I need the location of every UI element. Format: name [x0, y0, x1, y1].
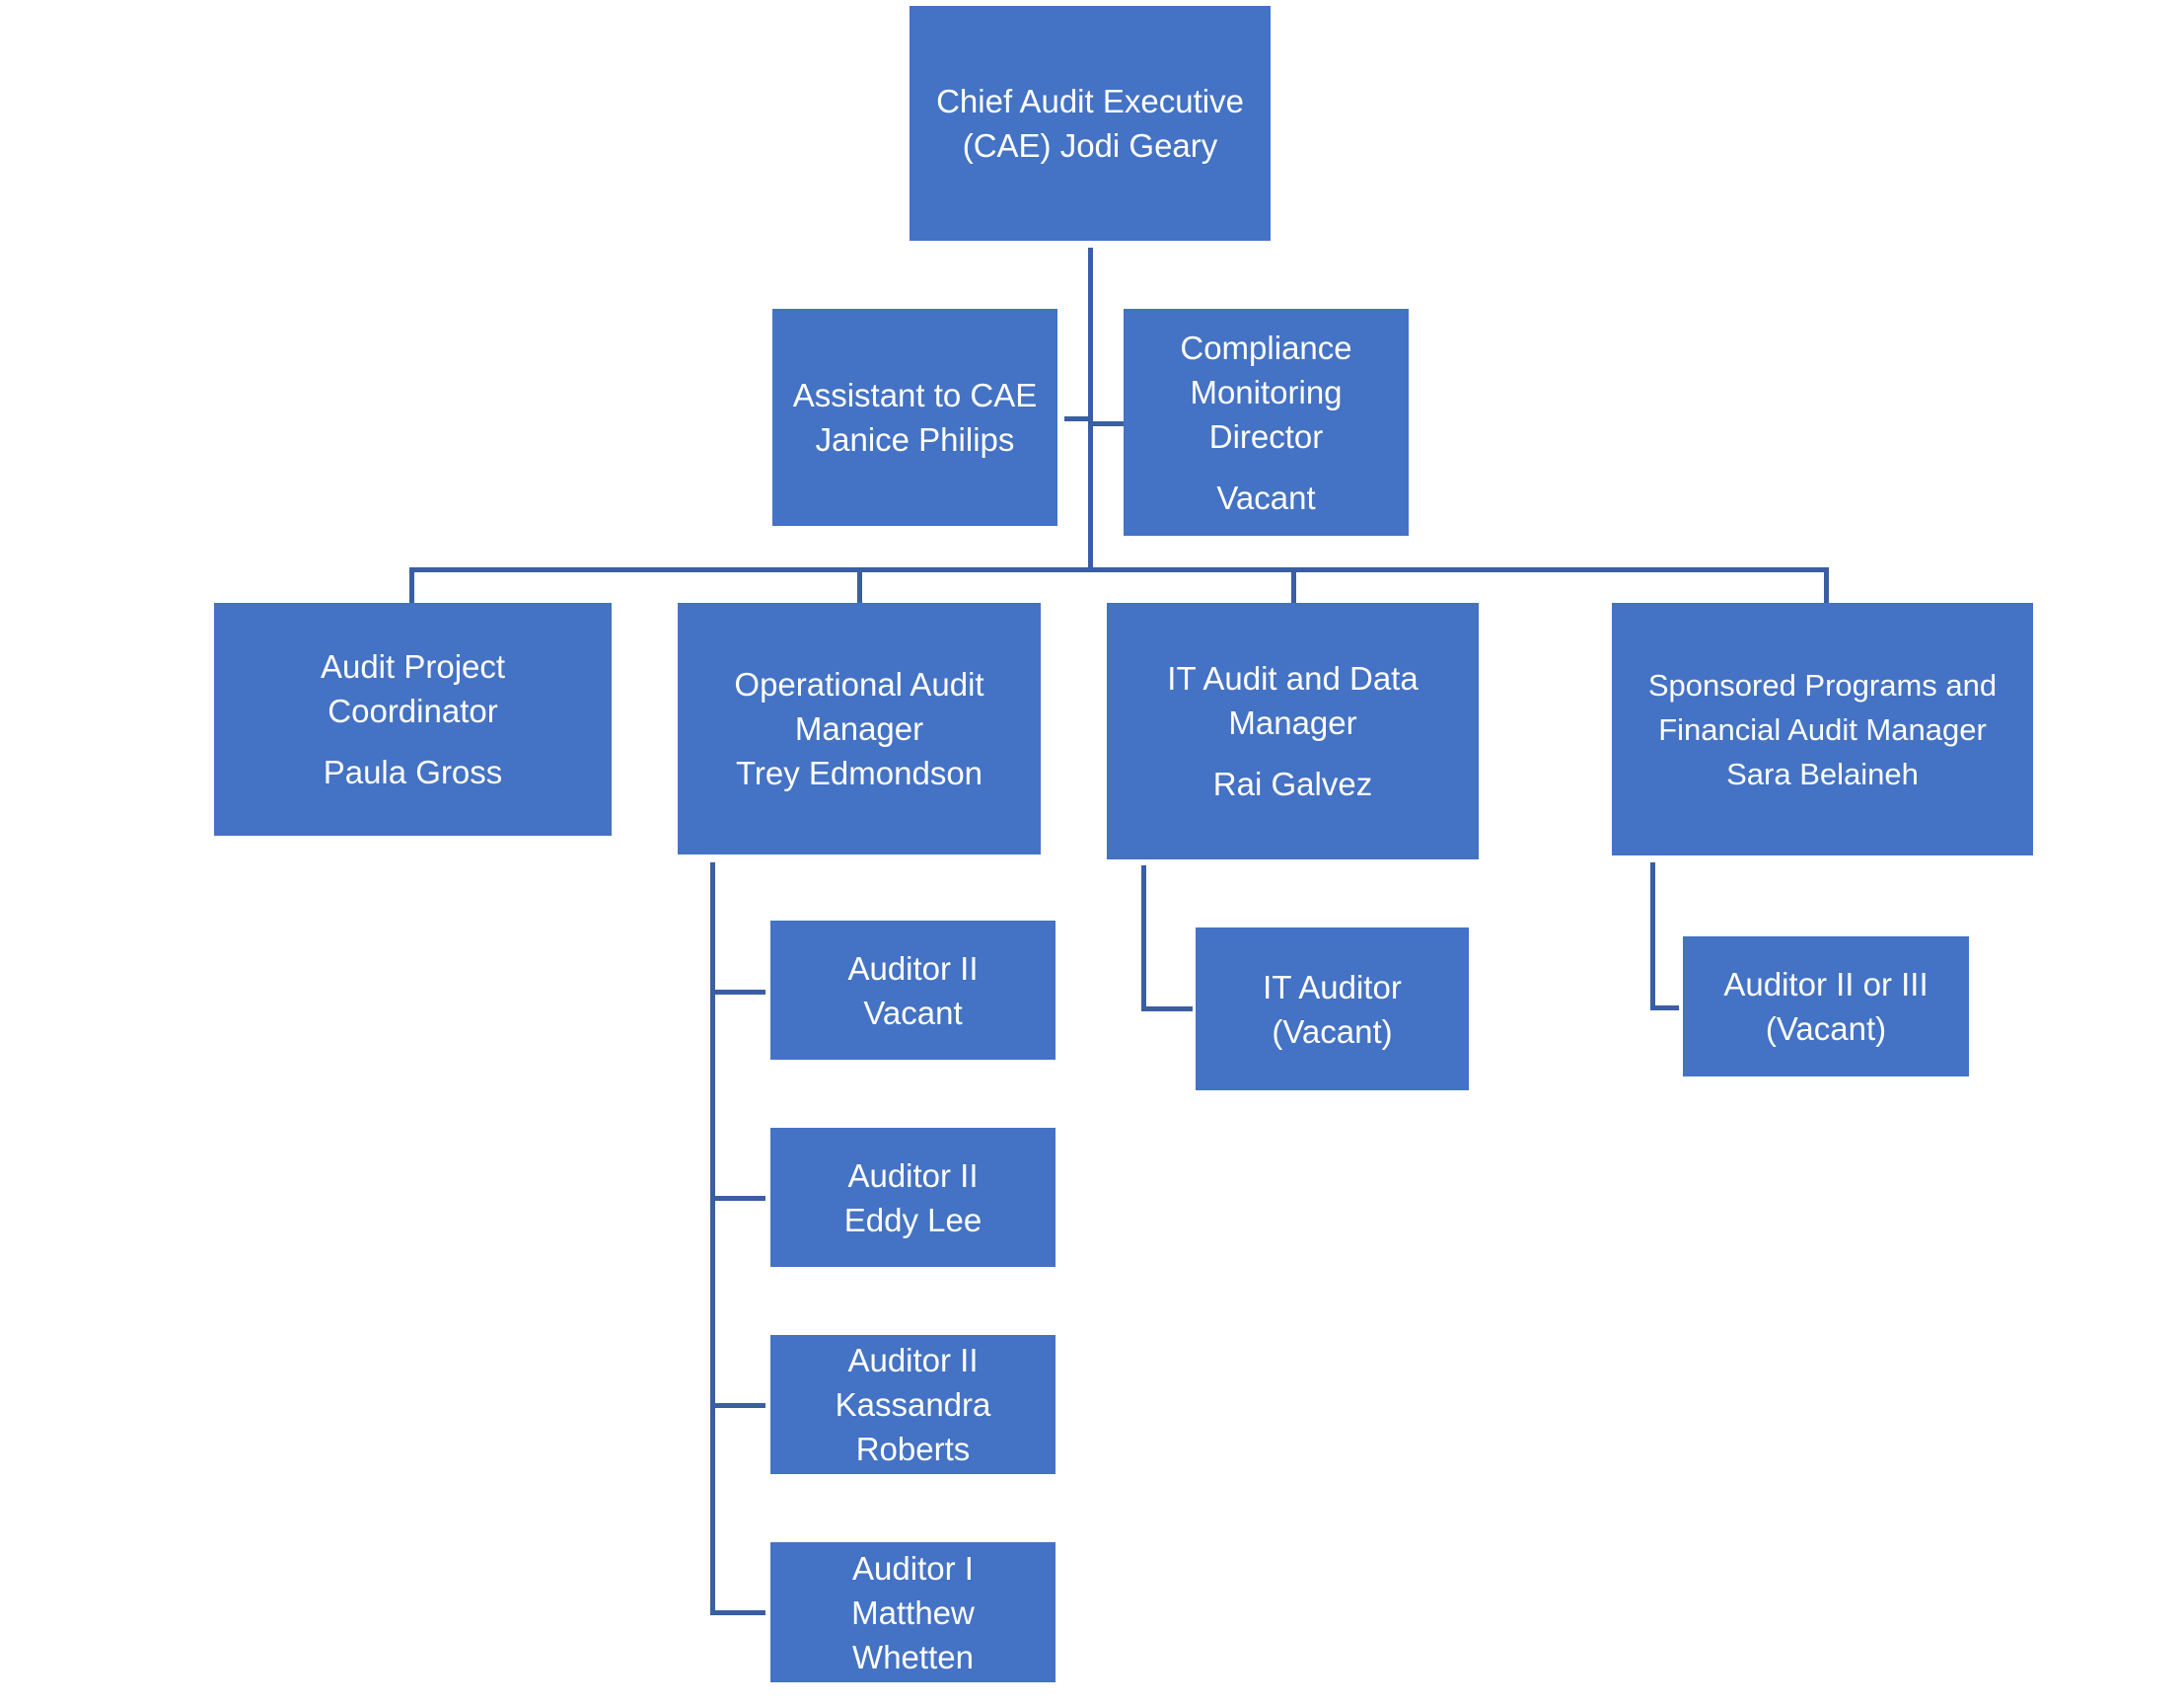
- node-ops-staff-4: Auditor I Matthew Whetten: [770, 1542, 1056, 1682]
- node-title: Auditor II: [847, 1156, 979, 1194]
- connector-compliance: [1091, 421, 1124, 426]
- node-title: IT Audit and Data: [1167, 660, 1419, 697]
- node-title: Auditor II: [847, 1342, 979, 1378]
- node-name: Roberts: [855, 1431, 971, 1467]
- connector-drop-sp-mgr: [1824, 567, 1829, 603]
- node-title: Director: [1208, 417, 1324, 455]
- node-title: Chief Audit Executive: [936, 83, 1244, 119]
- node-title: Audit Project: [320, 648, 506, 685]
- node-name: (Vacant): [1765, 1010, 1887, 1047]
- node-ops-staff-1: Auditor II Vacant: [770, 921, 1056, 1060]
- node-it-audit-manager: IT Audit and Data Manager Rai Galvez: [1107, 603, 1479, 859]
- node-sponsored-programs-manager: Sponsored Programs and Financial Audit M…: [1612, 603, 2033, 855]
- connector-cae-stem: [1088, 248, 1093, 572]
- node-name: (Vacant): [1272, 1012, 1393, 1050]
- node-ops-staff-2: Auditor II Eddy Lee: [770, 1128, 1056, 1267]
- node-operational-audit-manager: Operational Audit Manager Trey Edmondson: [678, 603, 1041, 854]
- node-title: Operational Audit: [734, 666, 984, 703]
- connector-assistant: [1064, 416, 1091, 421]
- connector-ops-staff-3: [710, 1403, 765, 1408]
- node-title: Coordinator: [328, 693, 498, 729]
- node-chief-audit-executive: Chief Audit Executive (CAE) Jodi Geary: [910, 6, 1271, 241]
- node-title: Manager: [794, 710, 924, 747]
- node-title: Manager: [1228, 705, 1357, 741]
- connector-sp-stem: [1650, 862, 1655, 1010]
- node-name: Trey Edmondson: [735, 755, 983, 791]
- node-sp-auditor: Auditor II or III (Vacant): [1683, 936, 1969, 1076]
- node-audit-project-coordinator: Audit Project Coordinator Paula Gross: [214, 603, 612, 836]
- node-name: Kassandra: [835, 1386, 991, 1423]
- node-name: Whetten: [852, 1638, 974, 1675]
- node-name: Vacant: [1216, 479, 1316, 516]
- connector-it-staff: [1141, 1006, 1193, 1011]
- node-name: Eddy Lee: [843, 1201, 983, 1238]
- node-name: Janice Philips: [815, 421, 1015, 458]
- node-ops-staff-3: Auditor II Kassandra Roberts: [770, 1335, 1056, 1474]
- node-assistant-to-cae: Assistant to CAE Janice Philips: [772, 309, 1057, 526]
- node-name: Vacant: [863, 994, 963, 1031]
- node-title: Monitoring: [1190, 373, 1343, 410]
- connector-sp-staff: [1650, 1005, 1679, 1010]
- node-title: Auditor I: [852, 1549, 974, 1587]
- node-title: Assistant to CAE: [792, 377, 1038, 413]
- connector-it-stem: [1141, 865, 1146, 1011]
- connector-ops-staff-1: [710, 990, 765, 995]
- connector-drop-it-mgr: [1291, 567, 1296, 603]
- node-title: Compliance: [1180, 329, 1352, 366]
- connector-ops-staff-4: [710, 1610, 765, 1615]
- node-name: Rai Galvez: [1212, 766, 1373, 802]
- connector-bus: [409, 567, 1829, 572]
- connector-ops-stem: [710, 862, 715, 1615]
- connector-ops-staff-2: [710, 1196, 765, 1201]
- node-title: Auditor II or III: [1723, 966, 1929, 1002]
- node-name: Paula Gross: [323, 754, 503, 790]
- node-compliance-director: Compliance Monitoring Director Vacant: [1124, 309, 1409, 536]
- node-name: Sara Belaineh: [1726, 756, 1919, 791]
- node-it-auditor: IT Auditor (Vacant): [1196, 927, 1469, 1090]
- node-title: Sponsored Programs and: [1647, 667, 1998, 703]
- node-name: (CAE) Jodi Geary: [962, 127, 1218, 164]
- node-title: Financial Audit Manager: [1658, 711, 1987, 747]
- node-title: IT Auditor: [1263, 968, 1402, 1005]
- node-name: Matthew: [851, 1594, 975, 1631]
- connector-drop-ops-mgr: [857, 567, 862, 603]
- connector-drop-project-coord: [409, 567, 414, 603]
- node-title: Auditor II: [847, 949, 979, 987]
